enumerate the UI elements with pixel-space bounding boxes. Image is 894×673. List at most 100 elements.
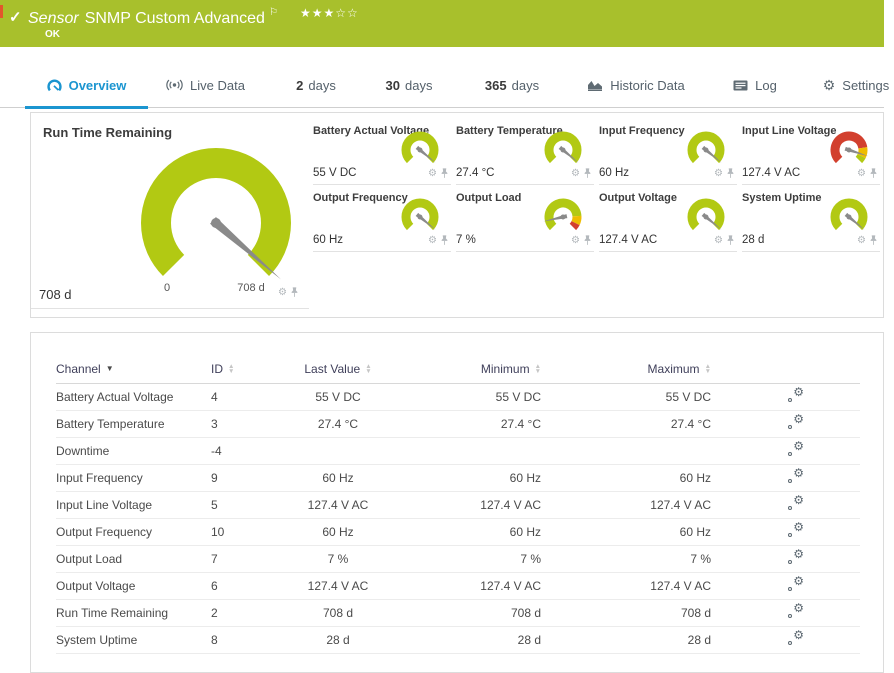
- gear-icon: ⚙: [793, 385, 804, 399]
- pin-icon[interactable]: [726, 234, 735, 246]
- table-row: Battery Temperature 3 27.4 °C 27.4 °C 27.4 °…: [56, 410, 860, 438]
- gear-icon[interactable]: ⚙: [857, 169, 866, 179]
- tab-30-days[interactable]: 30 days: [373, 62, 445, 108]
- table-row: Input Line Voltage 5 127.4 V AC 127.4 V AC 1…: [56, 491, 860, 519]
- channel-name[interactable]: Run Time Remaining: [56, 599, 211, 627]
- channel-minimum: 27.4 °C: [405, 410, 561, 438]
- channel-settings-cell: ⚙: [731, 599, 860, 627]
- gauge-icon: [46, 78, 62, 92]
- live-data-icon: [166, 79, 183, 91]
- pin-icon[interactable]: [583, 167, 592, 179]
- channel-settings-icon[interactable]: ⚙: [787, 440, 804, 456]
- channel-settings-icon[interactable]: ⚙: [787, 521, 804, 537]
- gauge-icons: ⚙: [857, 163, 878, 181]
- gauge-icons: ⚙: [571, 163, 592, 181]
- pin-icon[interactable]: [440, 167, 449, 179]
- channel-settings-icon[interactable]: ⚙: [787, 467, 804, 483]
- column-header-settings: [731, 355, 860, 384]
- gauge-icons: ⚙: [428, 230, 449, 248]
- small-gear-icon: [788, 425, 792, 429]
- channel-id: 6: [211, 572, 271, 600]
- gauge-icons: ⚙: [714, 230, 735, 248]
- channel-settings-icon[interactable]: ⚙: [787, 547, 804, 564]
- channel-name[interactable]: System Uptime: [56, 626, 211, 654]
- channel-id: 8: [211, 626, 271, 654]
- column-header-last-value[interactable]: Last Value ▲ ▼: [271, 355, 405, 384]
- gauge-panel-input-line-voltage: Input Line Voltage 127.4 V AC ⚙: [742, 123, 880, 185]
- channel-id: 10: [211, 518, 271, 546]
- channel-maximum: 60 Hz: [561, 518, 731, 546]
- tab-2-days[interactable]: 2 days: [281, 62, 351, 108]
- channel-maximum: 27.4 °C: [561, 410, 731, 438]
- channel-name[interactable]: Input Line Voltage: [56, 491, 211, 519]
- gauge-value: 127.4 V AC: [742, 167, 801, 179]
- tab-live-data[interactable]: Live Data: [148, 62, 263, 108]
- gauge-panel-input-frequency: Input Frequency 60 Hz ⚙: [599, 123, 737, 185]
- channel-settings-icon[interactable]: ⚙: [787, 629, 804, 645]
- table-row: Output Load 7 7 % 7 % 7 % ⚙: [56, 545, 860, 573]
- flag-icon[interactable]: ⚐: [269, 7, 278, 18]
- gear-icon[interactable]: ⚙: [571, 169, 580, 179]
- tab-historic-data[interactable]: Historic Data: [576, 62, 696, 108]
- tab-label: days: [511, 77, 540, 93]
- channel-maximum: 55 V DC: [561, 383, 731, 411]
- channel-settings-icon[interactable]: ⚙: [787, 602, 804, 618]
- gear-icon[interactable]: ⚙: [857, 236, 866, 246]
- page-title: Sensor SNMP Custom Advanced ⚐: [28, 7, 278, 28]
- gear-icon[interactable]: ⚙: [428, 236, 437, 246]
- channel-name[interactable]: Battery Temperature: [56, 410, 211, 438]
- channel-maximum: 127.4 V AC: [561, 572, 731, 600]
- gear-icon[interactable]: ⚙: [714, 169, 723, 179]
- channel-settings-icon[interactable]: ⚙: [787, 385, 804, 402]
- gear-icon[interactable]: ⚙: [428, 169, 437, 179]
- channel-name[interactable]: Output Voltage: [56, 572, 211, 600]
- stars-filled: ★★★: [300, 6, 336, 20]
- column-header-minimum[interactable]: Minimum ▲ ▼: [405, 355, 561, 384]
- tab-365-days[interactable]: 365 days: [470, 62, 554, 108]
- column-header-channel[interactable]: Channel ▼: [56, 355, 211, 384]
- gauge-value: 28 d: [742, 234, 765, 246]
- status-badge: OK: [45, 29, 60, 40]
- channel-settings-cell: ⚙: [731, 464, 860, 492]
- column-header-maximum[interactable]: Maximum ▲ ▼: [561, 355, 731, 384]
- gauge-panel-battery-temperature: Battery Temperature 27.4 °C ⚙: [456, 123, 594, 185]
- pin-icon[interactable]: [869, 234, 878, 246]
- channel-name[interactable]: Input Frequency: [56, 464, 211, 492]
- pin-icon[interactable]: [583, 234, 592, 246]
- channel-name[interactable]: Battery Actual Voltage: [56, 383, 211, 411]
- tab-overview[interactable]: Overview: [25, 62, 148, 109]
- pin-icon[interactable]: [290, 286, 299, 298]
- channel-settings-icon[interactable]: ⚙: [787, 575, 804, 591]
- channel-settings-icon[interactable]: ⚙: [787, 413, 804, 429]
- column-header-id[interactable]: ID ▲ ▼: [211, 355, 271, 384]
- gear-icon: ⚙: [793, 547, 804, 561]
- gauge-icons: ⚙: [714, 163, 735, 181]
- gear-icon[interactable]: ⚙: [571, 236, 580, 246]
- gauge-title: Input Line Voltage: [742, 125, 837, 137]
- gauge-value: 60 Hz: [599, 167, 630, 179]
- gear-icon[interactable]: ⚙: [714, 236, 723, 246]
- gauge-value: 55 V DC: [313, 167, 357, 179]
- channel-name[interactable]: Output Load: [56, 545, 211, 573]
- gear-icon: ⚙: [822, 77, 836, 93]
- pin-icon[interactable]: [869, 167, 878, 179]
- gear-icon[interactable]: ⚙: [278, 288, 287, 298]
- pin-icon[interactable]: [440, 234, 449, 246]
- channel-settings-icon[interactable]: ⚙: [787, 494, 804, 510]
- channel-name[interactable]: Downtime: [56, 437, 211, 465]
- channel-name[interactable]: Output Frequency: [56, 518, 211, 546]
- status-check-icon: ✓: [9, 9, 22, 26]
- tab-settings[interactable]: ⚙ Settings: [818, 62, 894, 108]
- channel-id: 5: [211, 491, 271, 519]
- channel-minimum: 127.4 V AC: [405, 572, 561, 600]
- channel-settings-cell: ⚙: [731, 383, 860, 411]
- pin-icon[interactable]: [726, 167, 735, 179]
- channel-settings-cell: ⚙: [731, 572, 860, 600]
- channel-id: -4: [211, 437, 271, 465]
- main-gauge-panel: Run Time Remaining 0 708 d 708 d ⚙: [31, 113, 309, 309]
- tab-log[interactable]: Log: [722, 62, 788, 108]
- gauge-title: Input Frequency: [599, 125, 685, 137]
- small-gear-icon: [788, 479, 792, 483]
- small-gear-icon: [788, 587, 792, 591]
- priority-stars[interactable]: ★★★☆☆: [300, 6, 359, 20]
